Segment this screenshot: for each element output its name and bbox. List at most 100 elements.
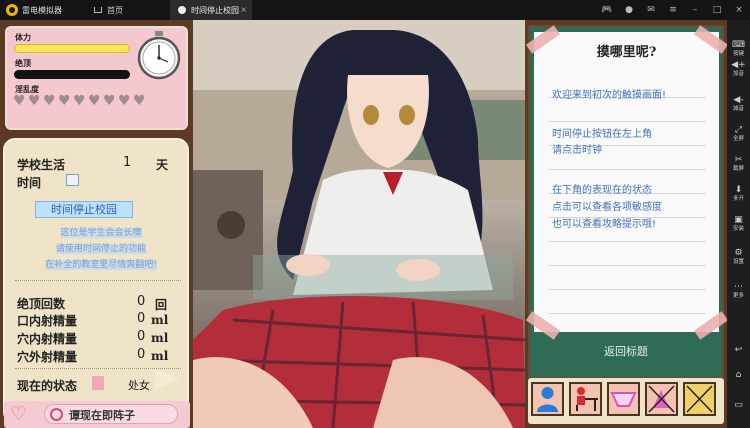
account-icon[interactable]: ●	[618, 5, 640, 15]
title-bar: 雷电模拟器 首页 时间停止校园 × 🎮 ● ✉ ≡ – □ ×	[0, 0, 750, 20]
tool-slot-5[interactable]	[683, 382, 716, 416]
inner-amount-value: 0	[137, 329, 146, 344]
time-stop-school-button[interactable]: 时间停止校园	[35, 201, 133, 218]
window-controls: 🎮 ● ✉ ≡ – □ ×	[596, 0, 750, 20]
climax-count-unit: 回	[155, 298, 168, 312]
sidebar-item-label: 更多	[732, 293, 744, 299]
tab-home-label: 首页	[107, 5, 123, 15]
climax-count-value: 0	[137, 294, 146, 309]
divider	[15, 280, 181, 281]
tool-slot-2[interactable]	[569, 382, 602, 416]
inner-amount-label: 穴内射精量	[17, 332, 78, 346]
lewdness-heart-icon: ♥	[28, 93, 41, 109]
left-status-panel: 体力 绝顶 淫乱度 ♥ ♥ ♥ ♥ ♥ ♥ ♥ ♥ ♥ 学校生活 1 天 时间 …	[0, 20, 193, 428]
school-life-card: 学校生活 1 天 时间 时间停止校园 这位是学生会会长噢 请使用时间停止的功能 …	[3, 138, 189, 424]
menu-icon[interactable]: ≡	[662, 5, 684, 15]
tool-slot-4[interactable]	[645, 382, 678, 416]
sidebar-item-8[interactable]: ⋯ 更多	[727, 282, 750, 300]
sidebar-item-icon: ◀-	[733, 95, 744, 105]
sidebar-item-icon: ↩	[734, 345, 743, 355]
right-eye	[399, 105, 415, 125]
tool-slot-3[interactable]	[607, 382, 640, 416]
sidebar-item-7[interactable]: ⚙ 设置	[727, 248, 750, 266]
sidebar-item-4[interactable]: ✂ 截屏	[727, 155, 750, 173]
school-life-label: 学校生活	[17, 158, 66, 172]
sidebar-item-label: 截屏	[732, 166, 744, 172]
hint-line-2: 请使用时间停止的功能	[55, 244, 146, 254]
sidebar-item-0[interactable]: ⌨ 按键	[727, 40, 750, 58]
gamepad-icon[interactable]: 🎮	[596, 5, 618, 15]
lewdness-hearts: ♥ ♥ ♥ ♥ ♥ ♥ ♥ ♥ ♥	[13, 94, 163, 108]
current-state-label: 现在的状态	[17, 379, 78, 393]
app-brand: 雷电模拟器	[0, 0, 86, 20]
tab-game[interactable]: 时间停止校园 ×	[170, 0, 252, 20]
hint-line-1: 这位是学生会会长噢	[60, 228, 142, 238]
stopwatch-icon[interactable]	[134, 30, 184, 80]
sidebar-item-6[interactable]: ▣ 安装	[727, 215, 750, 233]
note-line-2: 时间停止按钮在左上角	[552, 129, 652, 140]
right-instruction-panel: 摸哪里呢? 欢迎来到初次的触摸画面! 时间停止按钮在左上角 请点击时钟 在下角的…	[525, 20, 727, 428]
status-pill[interactable]: 谭现在即阵子	[44, 404, 178, 424]
lewdness-heart-icon: ♥	[58, 93, 71, 109]
time-label: 时间	[17, 176, 42, 190]
climax-label: 绝顶	[15, 58, 31, 68]
person-icon	[537, 387, 558, 412]
sidebar-item-11[interactable]: ▭	[727, 400, 750, 411]
sidebar-item-icon: ⚙	[734, 248, 743, 258]
left-hand	[286, 254, 330, 276]
sidebar-item-icon: ⌂	[735, 370, 742, 380]
time-of-day-icon	[66, 174, 79, 186]
note-line-4: 在下角的表现在的状态	[552, 185, 652, 196]
sidebar-item-icon: ⌨	[732, 40, 745, 50]
day-unit: 天	[156, 158, 169, 172]
panties-icon	[610, 392, 637, 407]
sidebar-item-icon: ⋯	[734, 282, 743, 292]
state-indicator[interactable]	[92, 376, 104, 390]
sidebar-item-9[interactable]: ↩	[727, 345, 750, 356]
close-window-icon[interactable]: ×	[728, 5, 750, 15]
home-icon	[94, 7, 102, 13]
classroom-scene[interactable]	[193, 20, 525, 428]
right-hand	[396, 259, 440, 281]
tab-close-icon[interactable]: ×	[240, 5, 247, 14]
background-student-head	[217, 211, 245, 239]
outer-amount-value: 0	[137, 347, 146, 362]
instruction-note: 摸哪里呢? 欢迎来到初次的触摸画面! 时间停止按钮在左上角 请点击时钟 在下角的…	[525, 25, 727, 340]
lewdness-heart-icon: ♥	[103, 93, 116, 109]
sidebar-item-10[interactable]: ⌂	[727, 370, 750, 381]
maximize-icon[interactable]: □	[706, 5, 728, 15]
sidebar-item-5[interactable]: ⬇ 多开	[727, 185, 750, 203]
sidebar-item-icon: ✂	[734, 155, 743, 165]
status-text: 谭现在即阵子	[69, 409, 135, 422]
divider	[15, 368, 181, 369]
sidebar-item-label: 安装	[732, 226, 744, 232]
character-illustration[interactable]	[193, 20, 525, 428]
tool-slot-1[interactable]	[531, 382, 564, 416]
emulator-sidebar: ⌨ 按键 ◀+ 加音 ◀- 减音 ⤢ 全屏 ✂ 截屏 ⬇ 多开 ▣ 安装 ⚙ 设置 ⋯ 更多 ↩ ⌂ ▭	[727, 20, 750, 428]
sidebar-item-2[interactable]: ◀- 减音	[727, 95, 750, 113]
heart-outline-icon: ♡	[10, 403, 28, 425]
note-line-5: 点击可以查看各项敏感度	[552, 202, 662, 213]
tab-home[interactable]: 首页	[86, 0, 170, 20]
inner-amount-unit: ml	[151, 331, 169, 345]
chalkboard-frame: 摸哪里呢? 欢迎来到初次的触摸画面! 时间停止按钮在左上角 请点击时钟 在下角的…	[525, 25, 727, 379]
return-to-title-button[interactable]: 返回标题	[530, 343, 722, 359]
sidebar-item-label: 多开	[732, 196, 744, 202]
sidebar-item-icon: ▭	[734, 400, 743, 410]
message-icon[interactable]: ✉	[640, 5, 662, 15]
current-state-value: 处女	[128, 379, 150, 392]
emulator-logo-icon	[6, 4, 18, 16]
note-ruled-lines	[548, 74, 706, 324]
sidebar-item-3[interactable]: ⤢ 全屏	[727, 125, 750, 143]
sidebar-item-1[interactable]: ◀+ 加音	[727, 60, 750, 78]
minimize-icon[interactable]: –	[684, 5, 706, 15]
lewdness-heart-icon: ♥	[73, 93, 86, 109]
app-title: 雷电模拟器	[22, 5, 62, 15]
note-line-3: 请点击时钟	[552, 145, 602, 156]
lewdness-heart-icon: ♥	[118, 93, 131, 109]
oral-amount-label: 口内射精量	[17, 314, 78, 328]
lewdness-heart-icon: ♥	[133, 93, 146, 109]
game-icon	[178, 6, 186, 14]
hint-line-3: 在补全的教室里尽情爽翻吧!	[45, 260, 157, 270]
desk-icon	[576, 387, 598, 411]
